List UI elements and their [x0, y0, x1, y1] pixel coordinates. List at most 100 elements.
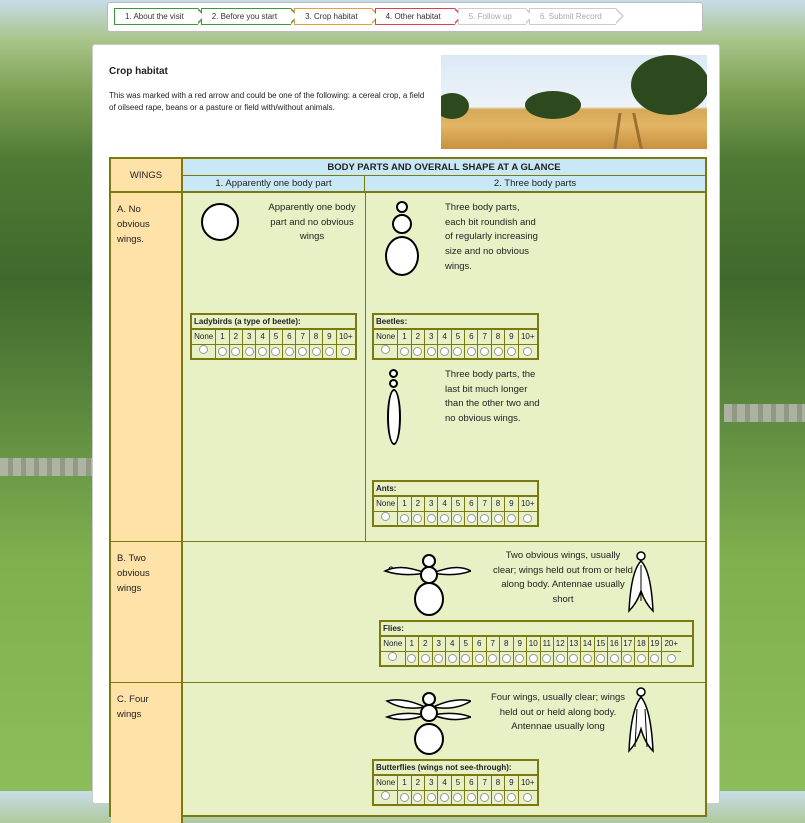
- row-no-wings-label: A. No obvious wings.: [111, 193, 183, 541]
- count-radio[interactable]: [636, 653, 646, 663]
- count-radio[interactable]: [474, 653, 484, 663]
- count-radio[interactable]: [623, 653, 633, 663]
- count-radio[interactable]: [426, 792, 436, 802]
- count-radio[interactable]: [523, 346, 533, 356]
- count-label: 1: [397, 497, 412, 512]
- count-radio[interactable]: [506, 513, 516, 523]
- count-radio[interactable]: [231, 346, 241, 356]
- count-label: 5: [269, 330, 284, 345]
- count-radio[interactable]: [555, 653, 565, 663]
- count-radio[interactable]: [609, 653, 619, 663]
- step-before-start[interactable]: 2. Before you start: [200, 8, 300, 25]
- row-divider: [111, 682, 705, 683]
- count-radio[interactable]: [413, 346, 423, 356]
- count-radio[interactable]: [381, 511, 391, 521]
- count-radio[interactable]: [466, 346, 476, 356]
- count-radio[interactable]: [381, 344, 391, 354]
- count-label: 2: [411, 776, 426, 791]
- step-about-visit[interactable]: 1. About the visit: [114, 8, 206, 25]
- count-radio[interactable]: [413, 792, 423, 802]
- count-radio[interactable]: [493, 792, 503, 802]
- count-radio[interactable]: [434, 653, 444, 663]
- count-radio[interactable]: [666, 653, 676, 663]
- count-radio[interactable]: [284, 346, 294, 356]
- count-radio[interactable]: [453, 792, 463, 802]
- count-radio[interactable]: [440, 346, 450, 356]
- count-radio[interactable]: [523, 513, 533, 523]
- count-radio[interactable]: [480, 792, 490, 802]
- count-radio[interactable]: [506, 792, 516, 802]
- count-radio[interactable]: [447, 653, 457, 663]
- count-radio-cell: [607, 651, 622, 665]
- count-label: 2: [411, 330, 426, 345]
- butterfly-side-icon: [628, 687, 654, 753]
- count-radio-cell: [472, 651, 487, 665]
- count-radio-cell: [192, 344, 217, 358]
- count-radio-cell: [486, 651, 500, 665]
- beetle-abdomen-icon: [385, 236, 419, 276]
- count-radio[interactable]: [426, 513, 436, 523]
- count-radio[interactable]: [501, 653, 511, 663]
- count-radio[interactable]: [400, 792, 409, 802]
- count-radio[interactable]: [480, 513, 490, 523]
- count-radio[interactable]: [523, 792, 533, 802]
- count-radio[interactable]: [542, 653, 552, 663]
- count-radio-cell: [518, 344, 537, 358]
- count-radio[interactable]: [528, 653, 538, 663]
- flies-counter-title: Flies:: [381, 622, 692, 637]
- desc-three-long: Three body parts, the last bit much long…: [445, 369, 540, 425]
- count-radio[interactable]: [426, 346, 436, 356]
- count-radio[interactable]: [400, 513, 409, 523]
- count-radio[interactable]: [407, 653, 417, 663]
- count-radio[interactable]: [388, 651, 398, 661]
- count-radio-cell: [374, 344, 399, 358]
- count-radio[interactable]: [480, 346, 490, 356]
- count-radio[interactable]: [324, 346, 334, 356]
- count-label: 3: [432, 637, 446, 652]
- count-radio[interactable]: [381, 790, 391, 800]
- row-four-wings-label: C. Four wings: [111, 683, 183, 823]
- count-radio-cell: [464, 511, 479, 525]
- count-radio[interactable]: [341, 346, 351, 356]
- count-radio[interactable]: [453, 346, 463, 356]
- count-radio[interactable]: [488, 653, 498, 663]
- step-crop-habitat[interactable]: 3. Crop habitat: [294, 8, 381, 25]
- count-radio-cell: [504, 344, 519, 358]
- count-radio-cell: [648, 651, 662, 665]
- count-radio[interactable]: [440, 513, 450, 523]
- count-radio[interactable]: [311, 346, 321, 356]
- count-label: 6: [464, 497, 479, 512]
- count-label: 2: [229, 330, 244, 345]
- count-radio[interactable]: [440, 792, 450, 802]
- count-radio[interactable]: [596, 653, 606, 663]
- count-radio[interactable]: [466, 792, 476, 802]
- count-radio[interactable]: [466, 513, 476, 523]
- count-radio[interactable]: [298, 346, 308, 356]
- count-radio[interactable]: [271, 346, 281, 356]
- wings-header: WINGS: [111, 159, 183, 193]
- count-radio-cell: [295, 344, 310, 358]
- count-radio[interactable]: [244, 346, 254, 356]
- step-other-habitat[interactable]: 4. Other habitat: [374, 8, 463, 25]
- count-radio[interactable]: [582, 653, 592, 663]
- count-radio[interactable]: [400, 346, 409, 356]
- count-radio-cell: [411, 344, 426, 358]
- count-radio[interactable]: [258, 346, 268, 356]
- count-radio[interactable]: [461, 653, 471, 663]
- count-radio[interactable]: [650, 653, 660, 663]
- count-radio[interactable]: [515, 653, 525, 663]
- count-radio[interactable]: [199, 344, 209, 354]
- count-radio[interactable]: [413, 513, 423, 523]
- count-label: 10+: [518, 330, 537, 345]
- count-label: 17: [621, 637, 635, 652]
- count-radio[interactable]: [569, 653, 579, 663]
- count-radio[interactable]: [493, 346, 503, 356]
- count-radio[interactable]: [218, 346, 227, 356]
- count-label: 6: [464, 776, 479, 791]
- count-radio[interactable]: [420, 653, 430, 663]
- count-radio[interactable]: [506, 346, 516, 356]
- count-radio[interactable]: [493, 513, 503, 523]
- count-radio[interactable]: [453, 513, 463, 523]
- count-label: 8: [309, 330, 324, 345]
- count-radio-cell: [518, 790, 537, 804]
